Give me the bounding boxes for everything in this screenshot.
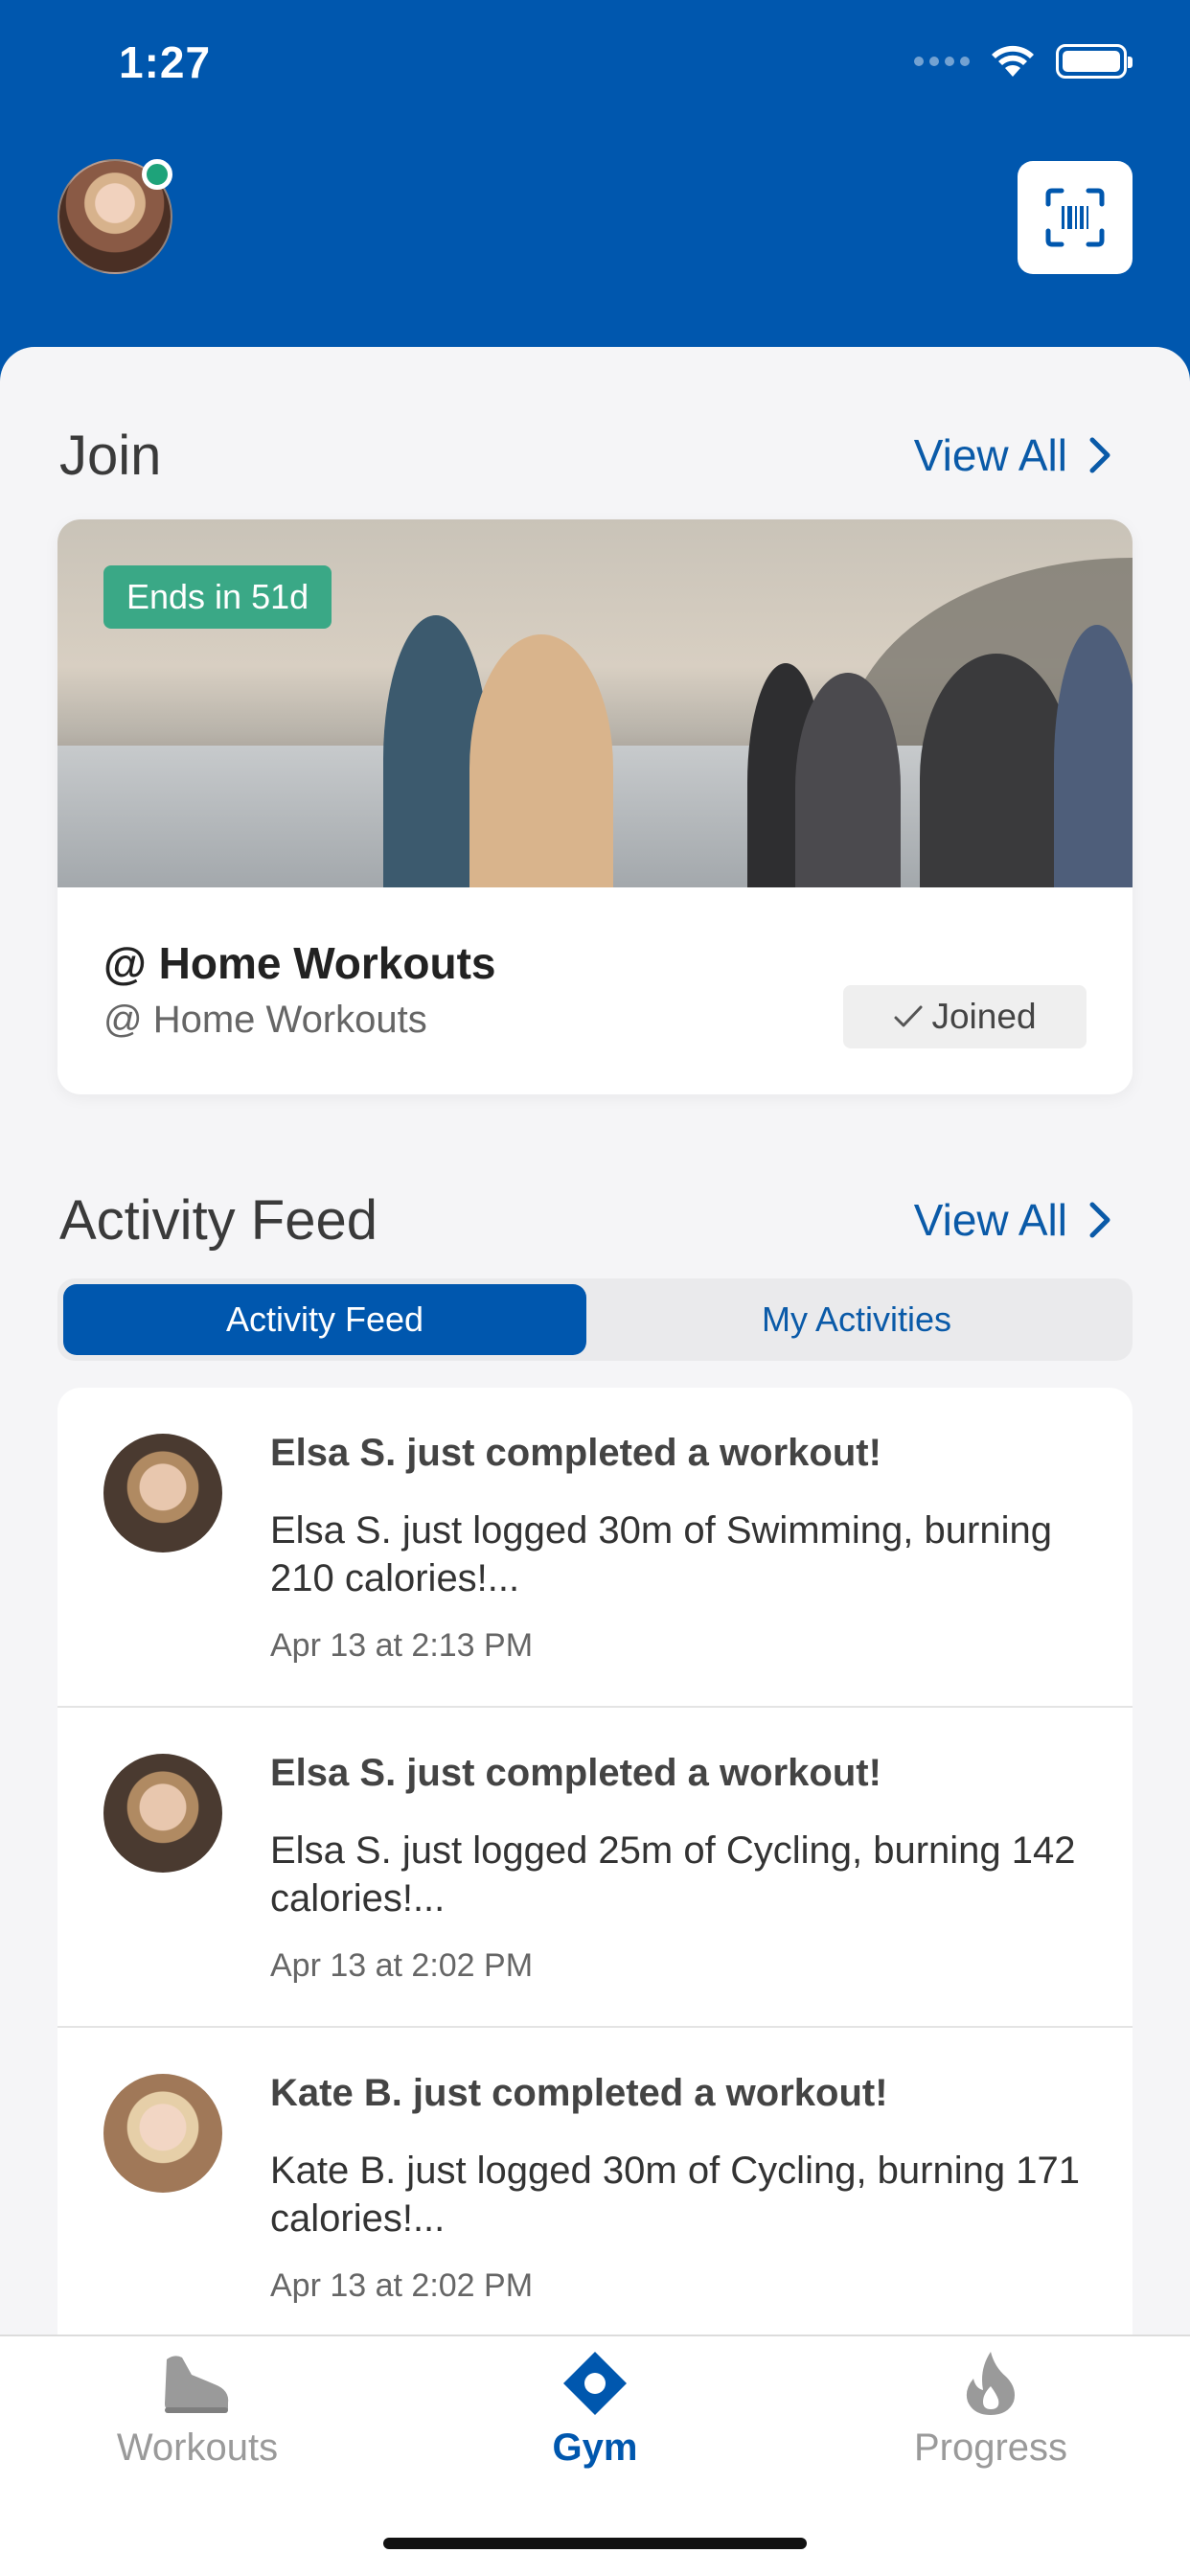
challenge-title: @ Home Workouts	[103, 938, 496, 988]
barcode-icon	[1045, 188, 1105, 247]
feed-item-body: Elsa S. just logged 30m of Swimming, bur…	[270, 1509, 1052, 1599]
home-indicator	[383, 2538, 807, 2549]
location-diamond-icon	[563, 2352, 627, 2415]
avatar	[103, 1434, 222, 1552]
view-all-label: View All	[913, 1195, 1067, 1245]
feed-item[interactable]: Elsa S. just completed a workout! Elsa S…	[57, 1708, 1133, 2028]
avatar	[103, 2074, 222, 2193]
join-section-title: Join	[59, 425, 162, 487]
feed-item[interactable]: Elsa S. just completed a workout! Elsa S…	[57, 1388, 1133, 1708]
activity-feed-list: Elsa S. just completed a workout! Elsa S…	[57, 1388, 1133, 2336]
shoe-icon	[165, 2356, 229, 2413]
feed-item-time: Apr 13 at 2:02 PM	[270, 1947, 534, 1984]
activity-view-all-link[interactable]: View All	[914, 1194, 1111, 1246]
tab-label: Workouts	[116, 2426, 279, 2469]
tab-workouts[interactable]: Workouts	[54, 2350, 341, 2532]
chevron-right-icon	[1089, 437, 1110, 473]
tab-gym[interactable]: Gym	[451, 2350, 739, 2532]
challenge-card[interactable]: Ends in 51d @ Home Workouts @ Home Worko…	[57, 519, 1133, 1094]
feed-item-body: Elsa S. just logged 25m of Cycling, burn…	[270, 1829, 1076, 1920]
battery-icon	[1056, 44, 1133, 79]
signal-icon	[914, 57, 970, 66]
tab-my-activities[interactable]: My Activities	[586, 1284, 1127, 1355]
activity-segmented-control: Activity Feed My Activities	[57, 1278, 1133, 1361]
online-status-dot	[142, 159, 172, 190]
ends-in-badge: Ends in 51d	[103, 565, 332, 629]
joined-button[interactable]: Joined	[843, 985, 1087, 1048]
view-all-label: View All	[913, 430, 1067, 480]
tab-label: Progress	[913, 2426, 1068, 2469]
barcode-scan-button[interactable]	[1018, 161, 1133, 274]
feed-item-title: Elsa S. just completed a workout!	[270, 1432, 881, 1474]
tab-activity-feed[interactable]: Activity Feed	[63, 1284, 586, 1355]
activity-section-title: Activity Feed	[59, 1189, 378, 1252]
feed-item-time: Apr 13 at 2:02 PM	[270, 2267, 534, 2304]
feed-item[interactable]: Kate B. just completed a workout! Kate B…	[57, 2028, 1133, 2336]
checkmark-icon	[894, 1005, 923, 1027]
status-icons	[914, 44, 1133, 79]
avatar	[103, 1754, 222, 1873]
flame-icon	[966, 2352, 1015, 2415]
challenge-subtitle: @ Home Workouts	[103, 999, 427, 1041]
joined-label: Joined	[931, 997, 1037, 1036]
app-header: 1:27	[0, 0, 1190, 383]
feed-item-title: Kate B. just completed a workout!	[270, 2072, 888, 2114]
wifi-icon	[992, 45, 1034, 77]
challenge-image: Ends in 51d	[57, 519, 1133, 887]
join-view-all-link[interactable]: View All	[914, 429, 1111, 481]
feed-item-time: Apr 13 at 2:13 PM	[270, 1627, 534, 1664]
tab-progress[interactable]: Progress	[847, 2350, 1134, 2532]
feed-item-title: Elsa S. just completed a workout!	[270, 1752, 881, 1794]
status-time: 1:27	[119, 37, 212, 87]
tab-label: Gym	[552, 2426, 638, 2469]
chevron-right-icon	[1089, 1202, 1110, 1238]
feed-item-body: Kate B. just logged 30m of Cycling, burn…	[270, 2150, 1080, 2240]
